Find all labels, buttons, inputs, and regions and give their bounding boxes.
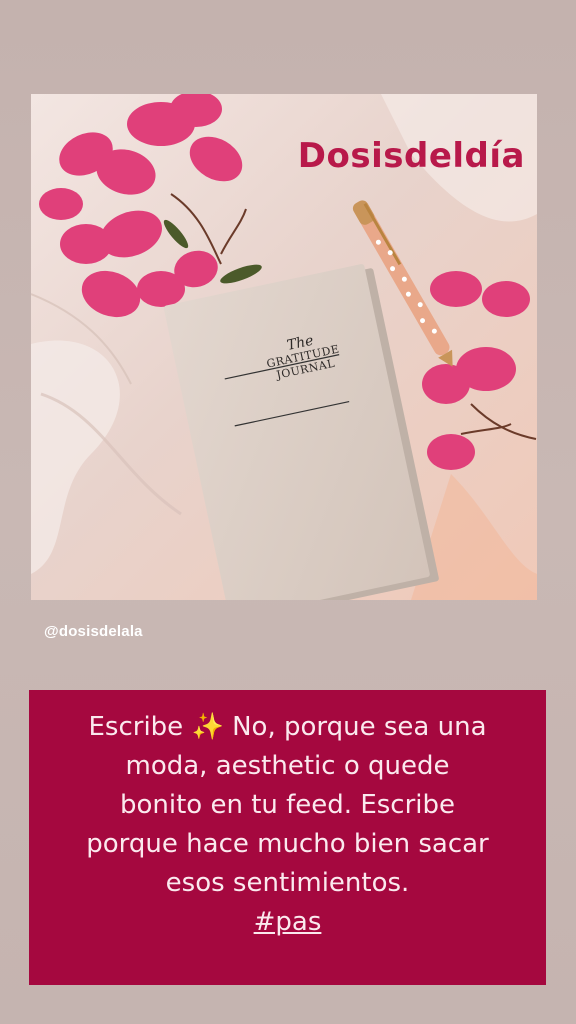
caption-line-1-post: No, porque sea una [232, 712, 487, 742]
brand-title: Dosisdeldía [297, 136, 525, 176]
caption-line-2: moda, aesthetic o quede [125, 751, 450, 781]
caption-line-3: bonito en tu feed. Escribe [119, 790, 456, 820]
mention-sticker[interactable]: @dosisdelala [44, 623, 143, 640]
caption-line-1: Escribe ✨ No, porque sea una [49, 708, 526, 747]
caption-line-4: porque hace mucho bien sacar [86, 829, 489, 859]
caption-line-1-pre: Escribe [88, 712, 184, 742]
caption-box: Escribe ✨ No, porque sea una moda, aesth… [29, 690, 546, 985]
sparkles-icon: ✨ [191, 712, 224, 742]
caption-text: Escribe ✨ No, porque sea una moda, aesth… [29, 708, 546, 942]
story-background: Dosisdeldía The GRATITUDE JOURNAL @dosis… [0, 0, 576, 1024]
caption-line-5: esos sentimientos. [165, 868, 410, 898]
post-photo[interactable]: Dosisdeldía The GRATITUDE JOURNAL [31, 94, 537, 600]
hashtag-link[interactable]: #pas [49, 903, 526, 942]
